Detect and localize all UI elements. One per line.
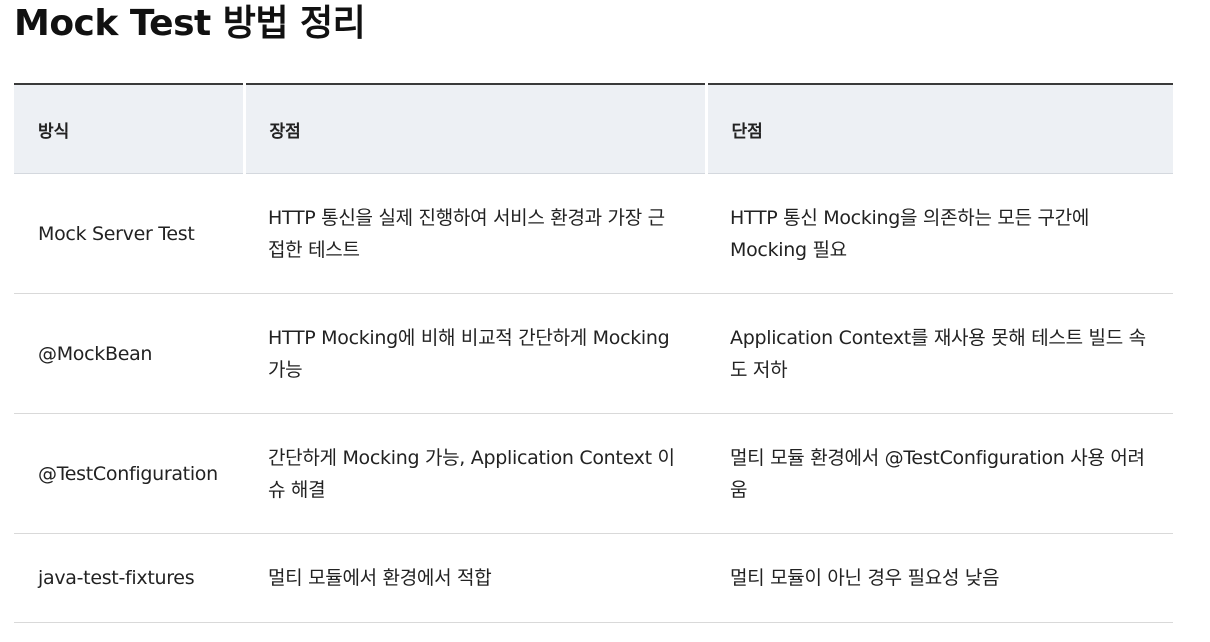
table-row: @MockBean HTTP Mocking에 비해 비교적 간단하게 Mock… (14, 293, 1173, 414)
page-title: Mock Test 방법 정리 (14, 3, 366, 44)
table-row: @TestConfiguration 간단하게 Mocking 가능, Appl… (14, 413, 1173, 534)
table-body: Mock Server Test HTTP 통신을 실제 진행하여 서비스 환경… (14, 173, 1173, 623)
method-text: java-test-fixtures (38, 567, 195, 589)
cell-pros: 간단하게 Mocking 가능, Application Context 이슈 … (244, 413, 706, 534)
table-row: Mock Server Test HTTP 통신을 실제 진행하여 서비스 환경… (14, 173, 1173, 294)
table-row: java-test-fixtures 멀티 모듈에서 환경에서 적합 멀티 모듈… (14, 533, 1173, 623)
comparison-table-container: 방식 장점 단점 Mock Server Test HTTP 통신을 실제 진행… (14, 83, 1173, 623)
cons-text: HTTP 통신 Mocking을 의존하는 모든 구간에 Mocking 필요 (730, 206, 1090, 261)
cell-pros: 멀티 모듈에서 환경에서 적합 (244, 533, 706, 623)
method-text: @MockBean (38, 342, 153, 365)
cell-cons: 멀티 모듈 환경에서 @TestConfiguration 사용 어려움 (706, 413, 1173, 534)
comparison-table: 방식 장점 단점 Mock Server Test HTTP 통신을 실제 진행… (14, 83, 1173, 623)
method-text: @TestConfiguration (38, 462, 218, 485)
cell-method: Mock Server Test (14, 173, 244, 294)
cons-text: 멀티 모듈 환경에서 @TestConfiguration 사용 어려움 (730, 446, 1145, 501)
pros-text: 간단하게 Mocking 가능, Application Context 이슈 … (268, 446, 675, 501)
cons-text: 멀티 모듈이 아닌 경우 필요성 낮음 (730, 567, 1000, 589)
cell-cons: Application Context를 재사용 못해 테스트 빌드 속도 저하 (706, 293, 1173, 414)
cell-pros: HTTP Mocking에 비해 비교적 간단하게 Mocking 가능 (244, 293, 706, 414)
header-method: 방식 (14, 84, 244, 174)
cons-text: Application Context를 재사용 못해 테스트 빌드 속도 저하 (730, 326, 1146, 381)
cell-method: @MockBean (14, 293, 244, 414)
cell-pros: HTTP 통신을 실제 진행하여 서비스 환경과 가장 근접한 테스트 (244, 173, 706, 294)
method-text: Mock Server Test (38, 222, 195, 245)
cell-cons: 멀티 모듈이 아닌 경우 필요성 낮음 (706, 533, 1173, 623)
cell-method: @TestConfiguration (14, 413, 244, 534)
pros-text: 멀티 모듈에서 환경에서 적합 (268, 567, 492, 589)
cell-cons: HTTP 통신 Mocking을 의존하는 모든 구간에 Mocking 필요 (706, 173, 1173, 294)
pros-text: HTTP Mocking에 비해 비교적 간단하게 Mocking 가능 (268, 326, 670, 381)
pros-text: HTTP 통신을 실제 진행하여 서비스 환경과 가장 근접한 테스트 (268, 206, 665, 261)
header-cons: 단점 (704, 84, 1173, 174)
header-pros: 장점 (242, 84, 706, 174)
header-row: 방식 장점 단점 (14, 84, 1173, 174)
table-header: 방식 장점 단점 (14, 84, 1173, 174)
cell-method: java-test-fixtures (14, 533, 244, 623)
